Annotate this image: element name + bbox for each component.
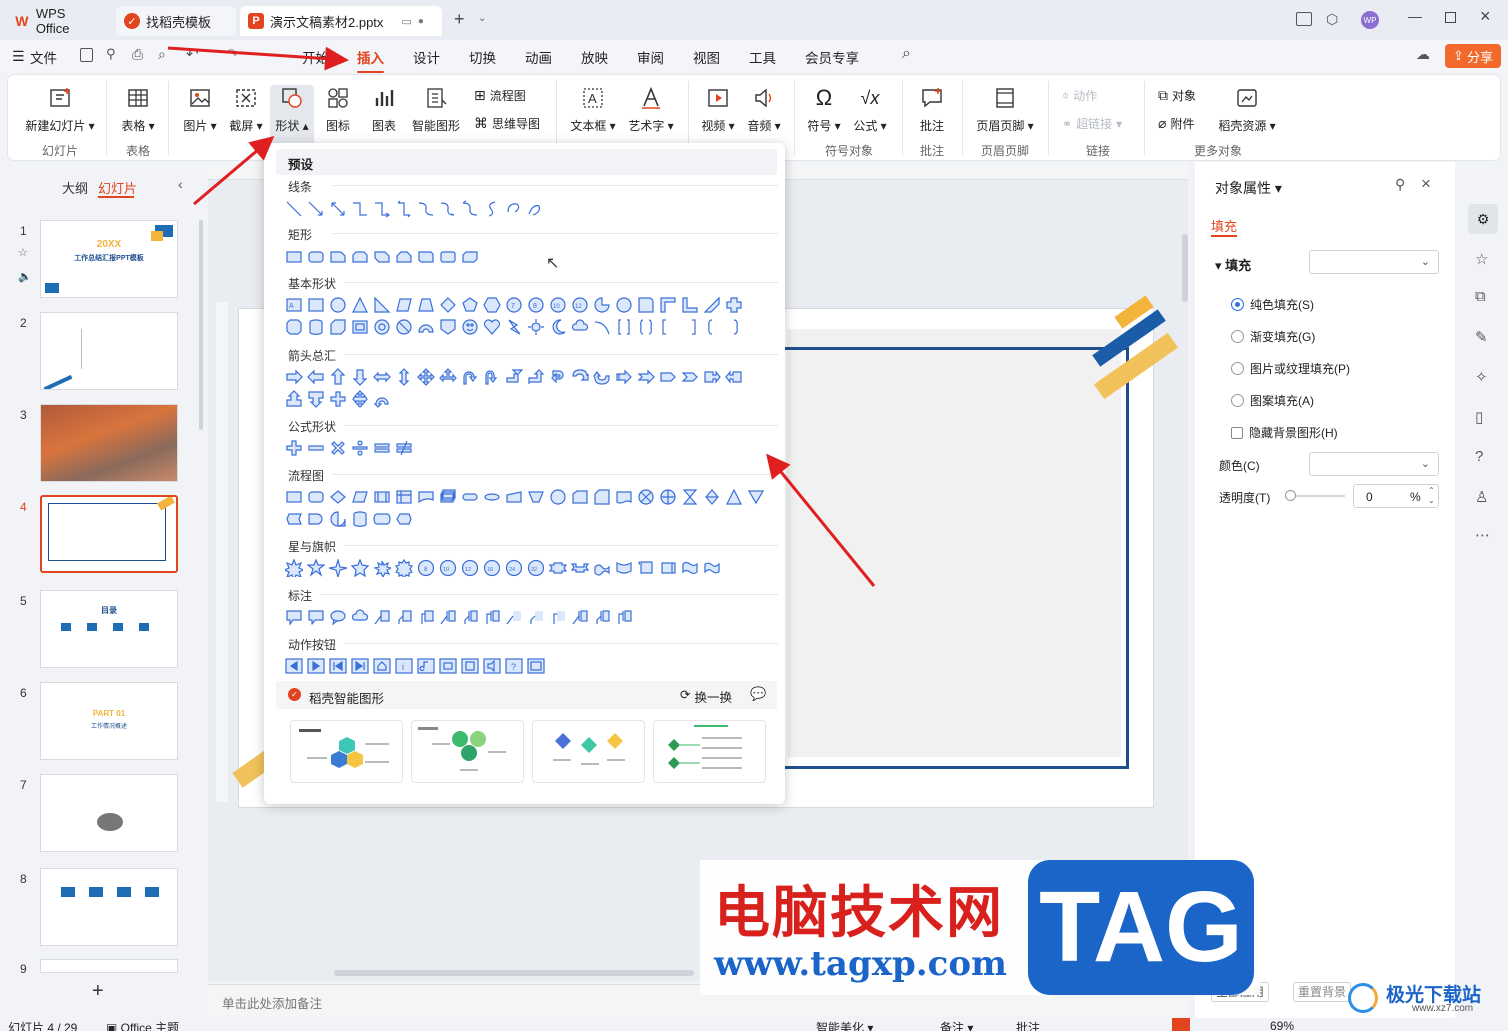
notes-button[interactable]: 备注 ▾	[940, 1019, 973, 1031]
beautify-label: 智能美化	[816, 1021, 865, 1031]
theme-label: Office 主题	[120, 1021, 180, 1031]
play-icon[interactable]	[1172, 1018, 1190, 1031]
comment-toggle[interactable]: 批注	[1016, 1019, 1040, 1031]
watermark-url: www.tagxp.com	[714, 944, 1007, 984]
site-watermark: 极光下载站 www.xz7.com	[1346, 980, 1508, 1018]
site-logo-icon	[1348, 983, 1378, 1013]
watermark: 电脑技术网 www.tagxp.com TAG	[700, 860, 1260, 995]
beautify-button[interactable]: 智能美化 ▾	[816, 1019, 873, 1031]
zoom-level[interactable]: 69%	[1270, 1019, 1294, 1031]
watermark-cn: 电脑技术网	[714, 881, 1004, 944]
slide-count: 幻灯片 4 / 29	[8, 1021, 78, 1031]
theme-indicator[interactable]: ▣ Office 主题	[106, 1019, 179, 1031]
status-bar: 幻灯片 4 / 29 ▣ Office 主题 智能美化 ▾ 备注 ▾ 批注 69…	[0, 1018, 1508, 1031]
watermark-tag-logo: TAG	[1028, 860, 1254, 995]
site-url: www.xz7.com	[1412, 1003, 1474, 1014]
notes-label: 备注	[940, 1021, 965, 1031]
